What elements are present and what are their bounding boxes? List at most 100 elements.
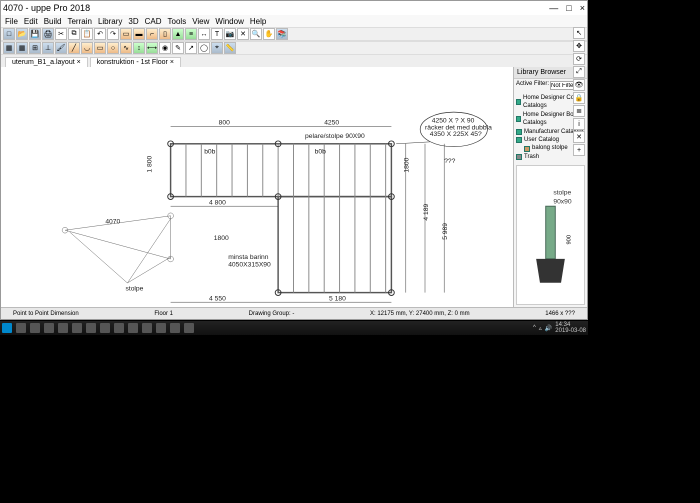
folder-icon	[516, 129, 522, 135]
explorer-icon[interactable]	[44, 323, 54, 333]
vtool-plus-icon[interactable]: +	[573, 144, 585, 156]
menu-tools[interactable]: Tools	[168, 17, 187, 26]
undo-icon[interactable]: ↶	[94, 28, 106, 40]
app5-icon[interactable]	[142, 323, 152, 333]
menu-window[interactable]: Window	[215, 17, 243, 26]
vtool-lock-icon[interactable]: 🔒	[573, 92, 585, 104]
vtool-move-icon[interactable]: ✥	[573, 40, 585, 52]
menu-edit[interactable]: Edit	[24, 17, 38, 26]
line-icon[interactable]: ╱	[68, 42, 80, 54]
pan-icon[interactable]: ✋	[263, 28, 275, 40]
dim-1800: 1800	[214, 235, 229, 242]
measure-icon[interactable]: 📏	[224, 42, 236, 54]
tray-net-icon[interactable]: ▵	[539, 325, 542, 332]
arc-icon[interactable]: ◡	[81, 42, 93, 54]
maximize-button[interactable]: □	[566, 3, 571, 13]
new-icon[interactable]: □	[3, 28, 15, 40]
dimension-icon[interactable]: ↔	[198, 28, 210, 40]
minimize-button[interactable]: —	[549, 3, 558, 13]
match-icon[interactable]: ⌖	[211, 42, 223, 54]
menu-cad[interactable]: CAD	[145, 17, 162, 26]
tray-chevron-icon[interactable]: ^	[533, 325, 536, 331]
app7-icon[interactable]	[170, 323, 180, 333]
print-icon[interactable]: 🖨	[42, 28, 54, 40]
titlebar: 4070 - uppe Pro 2018 — □ ×	[1, 1, 587, 15]
taskbar[interactable]: ^ ▵ 🔊 14:34 2019-03-08	[0, 321, 588, 335]
layer-icon[interactable]: ▦	[3, 42, 15, 54]
library-icon[interactable]: 📚	[276, 28, 288, 40]
grid-icon[interactable]: ▦	[16, 42, 28, 54]
door-icon[interactable]: ⌐	[146, 28, 158, 40]
ortho-icon[interactable]: ⊥	[42, 42, 54, 54]
paint-icon[interactable]: 🖌	[55, 42, 67, 54]
snap-icon[interactable]: ⊞	[29, 42, 41, 54]
leader-icon[interactable]: ↗	[185, 42, 197, 54]
app3-icon[interactable]	[114, 323, 124, 333]
app1-icon[interactable]	[86, 323, 96, 333]
minsta-barinn: minsta barinn 4050X315X90	[228, 254, 271, 269]
tray-vol-icon[interactable]: 🔊	[545, 325, 552, 332]
close-button[interactable]: ×	[580, 3, 585, 13]
roof-icon[interactable]: ▲	[172, 28, 184, 40]
app2-icon[interactable]	[100, 323, 110, 333]
search-icon[interactable]	[16, 323, 26, 333]
dim-r1800: 1800	[404, 157, 411, 172]
app-window: 4070 - uppe Pro 2018 — □ × File Edit Bui…	[0, 0, 588, 320]
save-icon[interactable]: 💾	[29, 28, 41, 40]
vtool-pointer-icon[interactable]: ↖	[573, 27, 585, 39]
app6-icon[interactable]	[156, 323, 166, 333]
edge-icon[interactable]	[58, 323, 68, 333]
window-title: 4070 - uppe Pro 2018	[3, 3, 90, 13]
window-icon[interactable]: ▯	[159, 28, 171, 40]
open-icon[interactable]: 📂	[16, 28, 28, 40]
menu-help[interactable]: Help	[250, 17, 266, 26]
rect-icon[interactable]: ▭	[94, 42, 106, 54]
select-icon[interactable]: ▭	[120, 28, 132, 40]
zoom-icon[interactable]: 🔍	[250, 28, 262, 40]
tab-layout[interactable]: uterum_B1_a.layout ×	[5, 57, 88, 67]
drawing-canvas[interactable]: 800 4250 pelare/stolpe 90X90 b0b b0b 1 8…	[1, 67, 513, 307]
vtool-x-icon[interactable]: ✕	[573, 131, 585, 143]
copy-icon[interactable]: ⧉	[68, 28, 80, 40]
clock-date[interactable]: 2019-03-08	[555, 328, 586, 334]
menu-build[interactable]: Build	[44, 17, 62, 26]
menu-3d[interactable]: 3D	[128, 17, 138, 26]
mail-icon[interactable]	[72, 323, 82, 333]
redo-icon[interactable]: ↷	[107, 28, 119, 40]
status-coords: X: 12175 mm, Y: 27400 mm, Z: 0 mm	[364, 311, 476, 317]
cut-icon[interactable]: ✂	[55, 28, 67, 40]
dim2-icon[interactable]: ↕	[133, 42, 145, 54]
tab-floor[interactable]: konstruktion - 1st Floor ×	[90, 57, 181, 67]
start-button-icon[interactable]	[2, 323, 12, 333]
wall-icon[interactable]: ▬	[133, 28, 145, 40]
app4-icon[interactable]	[128, 323, 138, 333]
callout-arrow: ???	[444, 158, 455, 165]
polyline-icon[interactable]: ∿	[120, 42, 132, 54]
text-icon[interactable]: T	[211, 28, 223, 40]
paste-icon[interactable]: 📋	[81, 28, 93, 40]
callout-icon[interactable]: ◯	[198, 42, 210, 54]
note-icon[interactable]: ✎	[172, 42, 184, 54]
cross-icon[interactable]: ✕	[237, 28, 249, 40]
dim-4550: 4 550	[209, 295, 226, 302]
vtool-rotate-icon[interactable]: ⟳	[573, 53, 585, 65]
preview-sub: 90x90	[553, 198, 572, 205]
vtool-eye-icon[interactable]: 👁	[573, 79, 585, 91]
vtool-layers-icon[interactable]: ≣	[573, 105, 585, 117]
stairs-icon[interactable]: ≡	[185, 28, 197, 40]
menu-view[interactable]: View	[192, 17, 209, 26]
taskview-icon[interactable]	[30, 323, 40, 333]
menu-file[interactable]: File	[5, 17, 18, 26]
ptp-icon[interactable]: ⟷	[146, 42, 158, 54]
marker-icon[interactable]: ◉	[159, 42, 171, 54]
stolpe-label: stolpe	[125, 286, 143, 293]
dim-left-800: 1 800	[146, 156, 153, 173]
menu-library[interactable]: Library	[98, 17, 122, 26]
vtool-scale-icon[interactable]: ⤢	[573, 66, 585, 78]
menu-terrain[interactable]: Terrain	[67, 17, 91, 26]
camera-icon[interactable]: 📷	[224, 28, 236, 40]
vtool-info-icon[interactable]: i	[573, 118, 585, 130]
library-preview: stolpe 90x90 900	[516, 165, 585, 305]
circle-icon[interactable]: ○	[107, 42, 119, 54]
app8-icon[interactable]	[184, 323, 194, 333]
